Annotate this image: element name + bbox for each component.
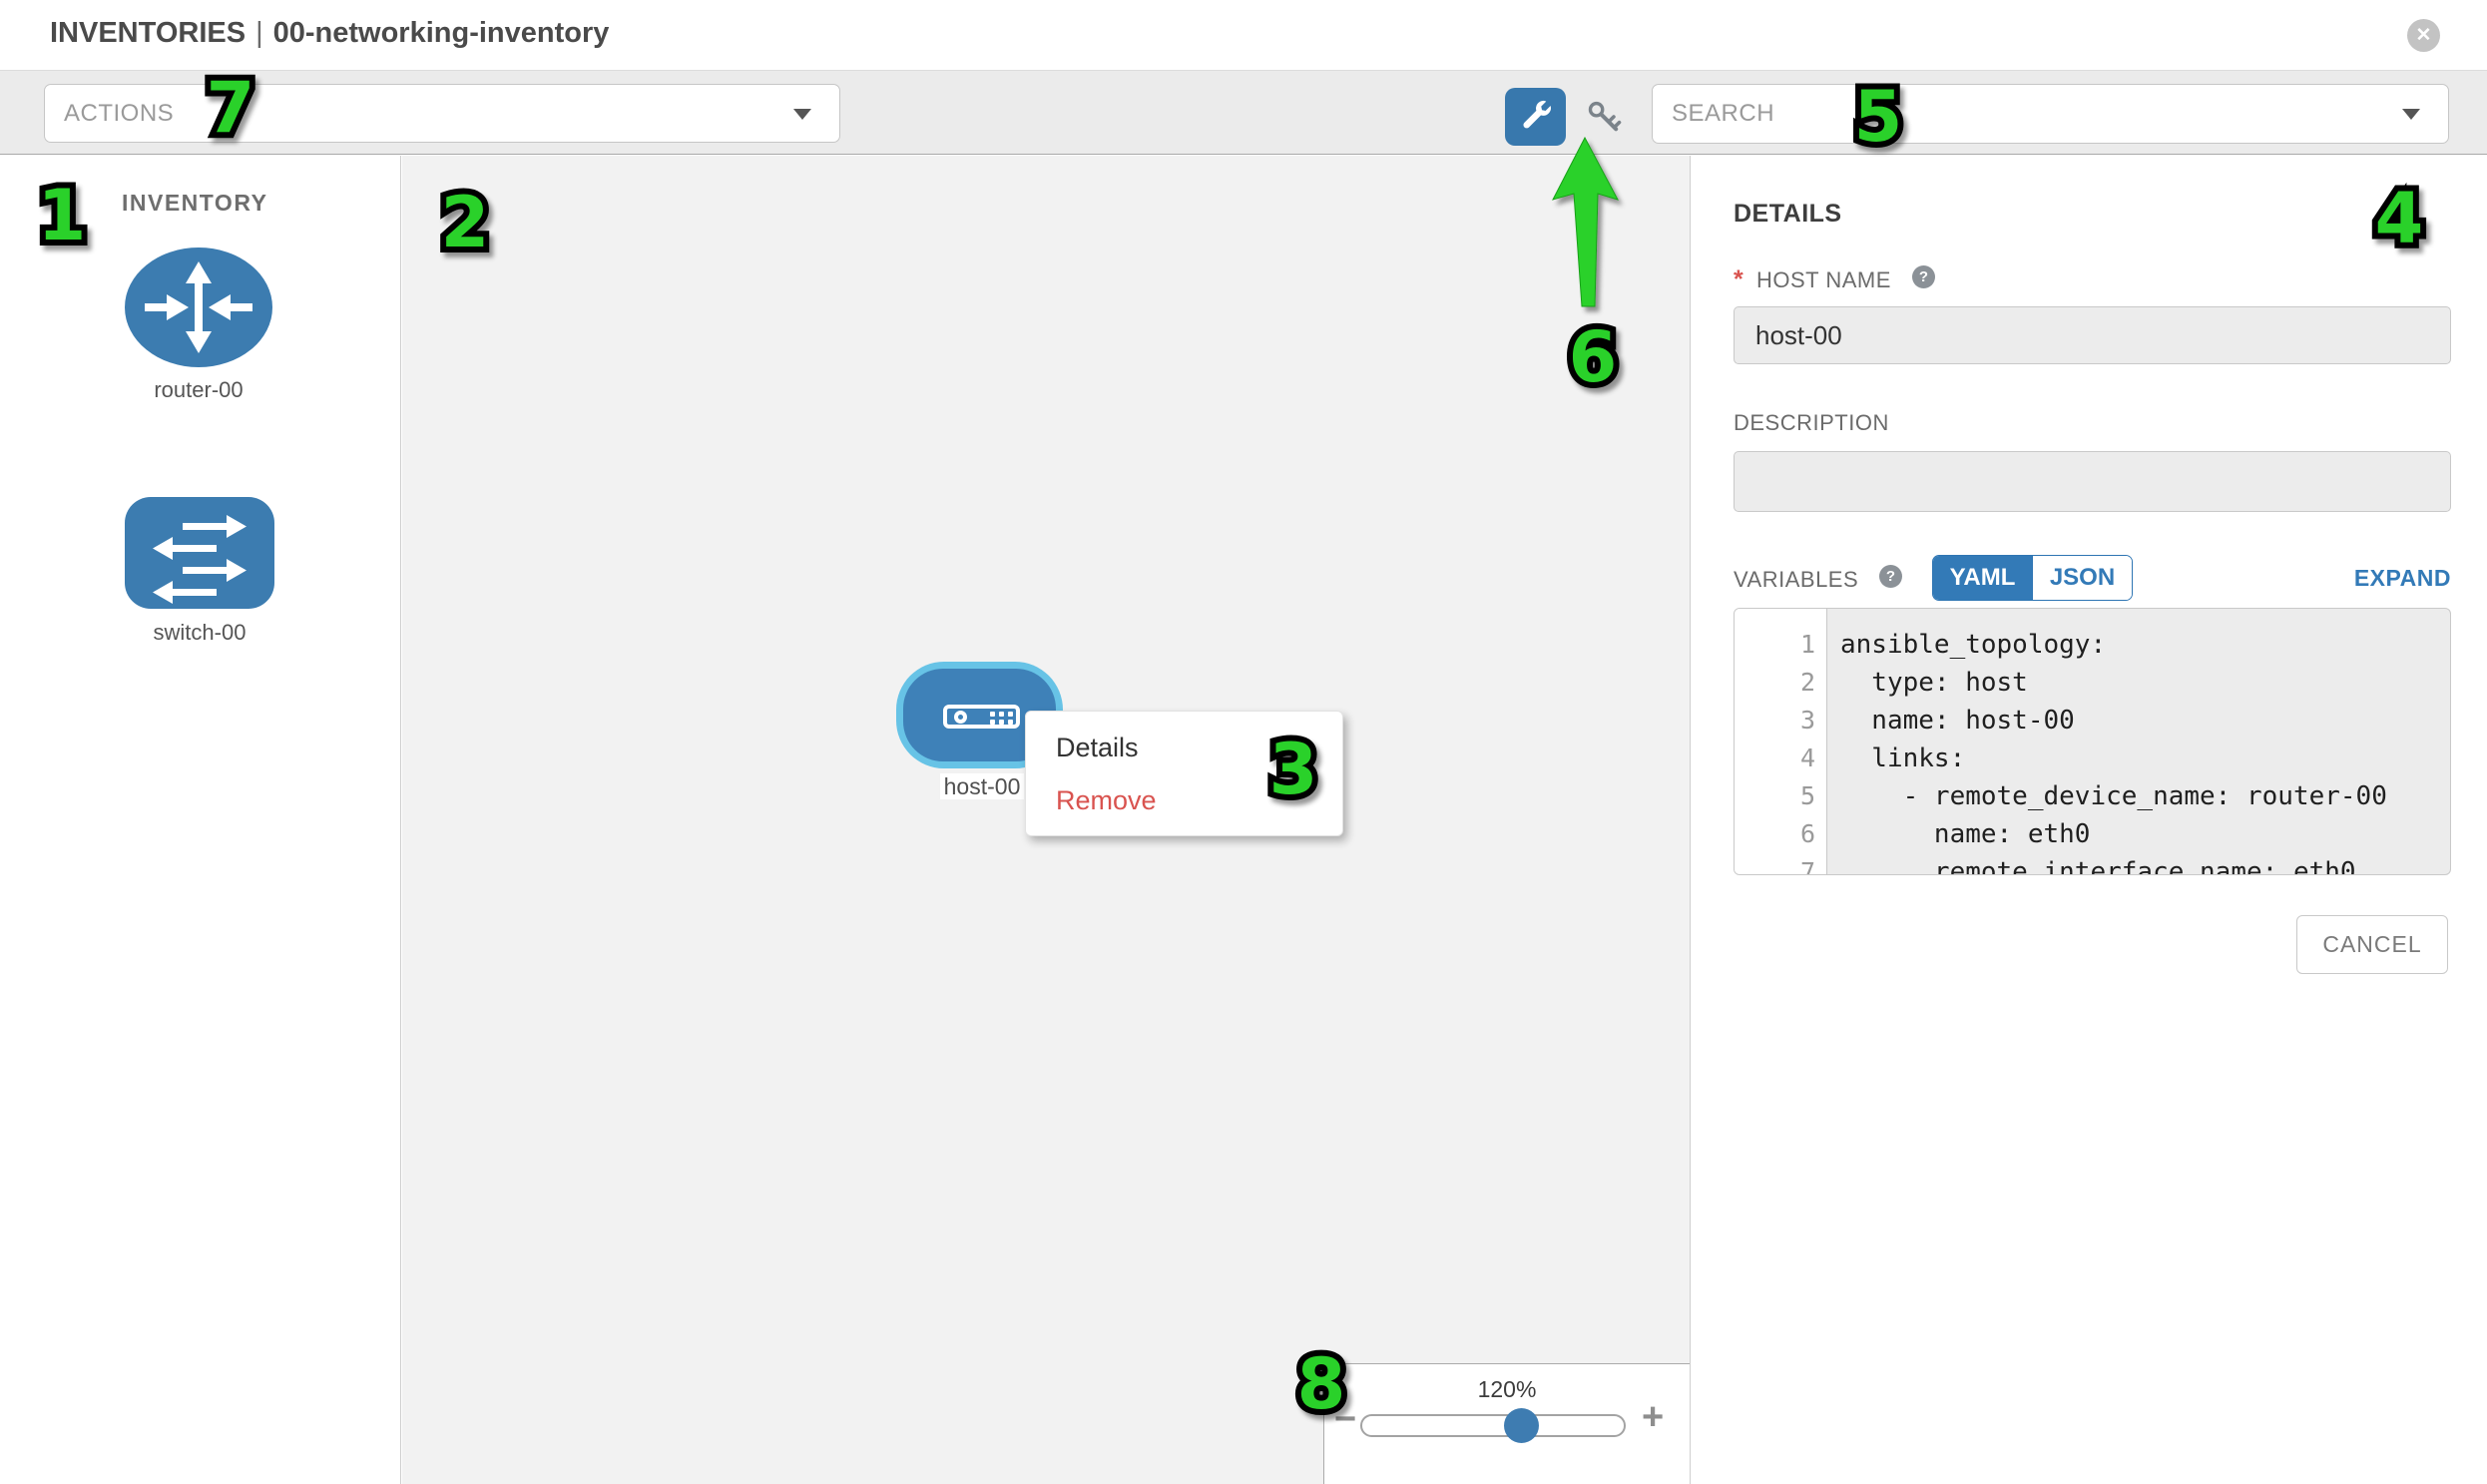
- cancel-button[interactable]: CANCEL: [2296, 915, 2448, 974]
- search-dropdown[interactable]: SEARCH: [1652, 84, 2449, 144]
- editor-line-numbers: 1 2 3 4 5 6 7: [1735, 609, 1827, 874]
- node-context-menu: Details Remove: [1025, 711, 1343, 836]
- zoom-out-button[interactable]: −: [1334, 1398, 1356, 1441]
- actions-dropdown[interactable]: ACTIONS: [44, 84, 840, 143]
- details-panel: DETAILS * HOST NAME ? DESCRIPTION VARIAB…: [1690, 156, 2487, 1484]
- topology-canvas[interactable]: host-00 Details Remove 120% − +: [402, 156, 1690, 1484]
- page-title: INVENTORIES | 00-networking-inventory: [50, 17, 609, 50]
- expand-link[interactable]: EXPAND: [2353, 565, 2451, 592]
- inventory-topology-app: INVENTORIES | 00-networking-inventory ✕ AC…: [0, 0, 2487, 1484]
- tools-button[interactable]: [1505, 88, 1566, 146]
- app-header: INVENTORIES | 00-networking-inventory ✕: [0, 0, 2487, 70]
- key-icon: [1586, 99, 1624, 140]
- variables-editor[interactable]: 1 2 3 4 5 6 7 ansible_topology: type: ho…: [1734, 608, 2451, 875]
- inventory-sidebar: INVENTORY router: [0, 156, 401, 1484]
- zoom-widget: 120% − +: [1323, 1363, 1690, 1484]
- zoom-slider-track[interactable]: [1360, 1414, 1626, 1437]
- host-name-label: HOST NAME: [1756, 267, 1891, 293]
- editor-code[interactable]: ansible_topology: type: host name: host-…: [1827, 609, 2450, 874]
- context-menu-remove[interactable]: Remove: [1026, 774, 1342, 827]
- variables-format-toggle: YAML JSON: [1932, 555, 2133, 601]
- variables-label: VARIABLES: [1734, 567, 1858, 593]
- help-icon[interactable]: ?: [1879, 565, 1902, 588]
- json-toggle[interactable]: JSON: [2032, 556, 2132, 600]
- sidebar-title: INVENTORY: [122, 190, 267, 217]
- sidebar-item-router-label: router-00: [125, 377, 272, 403]
- sidebar-item-switch-label: switch-00: [125, 620, 274, 646]
- context-menu-details[interactable]: Details: [1026, 722, 1342, 774]
- yaml-toggle[interactable]: YAML: [1933, 556, 2032, 600]
- help-icon[interactable]: ?: [1912, 265, 1935, 288]
- wrench-icon: [1518, 97, 1554, 138]
- toolbar: ACTIONS SEARCH: [0, 70, 2487, 155]
- description-field[interactable]: [1734, 451, 2451, 512]
- host-node-label: host-00: [940, 773, 1024, 799]
- switch-icon: [125, 596, 274, 613]
- key-button[interactable]: [1586, 100, 1624, 138]
- actions-dropdown-label: ACTIONS: [64, 85, 174, 142]
- router-icon: [125, 354, 272, 371]
- breadcrumb-section: INVENTORIES: [50, 17, 246, 49]
- required-marker: *: [1734, 265, 1743, 294]
- chevron-down-icon: [2402, 109, 2420, 120]
- search-dropdown-label: SEARCH: [1672, 85, 1774, 143]
- host-icon: [943, 705, 1020, 729]
- close-icon[interactable]: ✕: [2407, 19, 2440, 52]
- zoom-slider-handle[interactable]: [1504, 1408, 1539, 1443]
- details-panel-title: DETAILS: [1734, 200, 1842, 229]
- zoom-in-button[interactable]: +: [1642, 1396, 1664, 1439]
- sidebar-item-switch[interactable]: [125, 497, 274, 609]
- breadcrumb-separator: |: [255, 17, 263, 49]
- chevron-down-icon: [793, 109, 811, 120]
- inventory-name: 00-networking-inventory: [273, 17, 610, 49]
- host-name-field[interactable]: [1734, 306, 2451, 364]
- zoom-level: 120%: [1324, 1376, 1690, 1403]
- description-label: DESCRIPTION: [1734, 410, 1889, 436]
- sidebar-item-router[interactable]: [125, 247, 272, 367]
